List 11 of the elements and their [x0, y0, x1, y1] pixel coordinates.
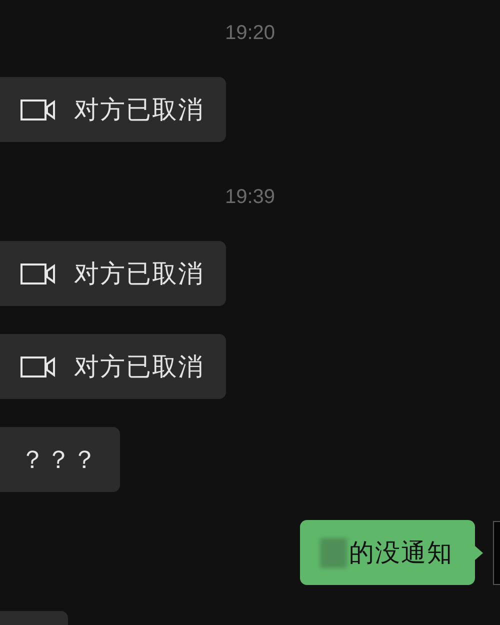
timestamp: 19:39 [224, 186, 276, 209]
message-bubble[interactable]: ？？？ [0, 427, 120, 492]
call-message-bubble[interactable]: 对方已取消 [0, 334, 226, 399]
video-call-icon [20, 356, 56, 378]
call-message-bubble[interactable]: 对方已取消 [0, 77, 226, 142]
timestamp: 19:20 [224, 22, 276, 45]
video-call-icon [20, 98, 56, 120]
message-bubble[interactable]: 的没通知 [300, 520, 475, 585]
bubble-tail [475, 546, 483, 560]
video-call-icon [20, 262, 56, 284]
call-message-bubble[interactable]: 对方已取消 [0, 241, 226, 306]
